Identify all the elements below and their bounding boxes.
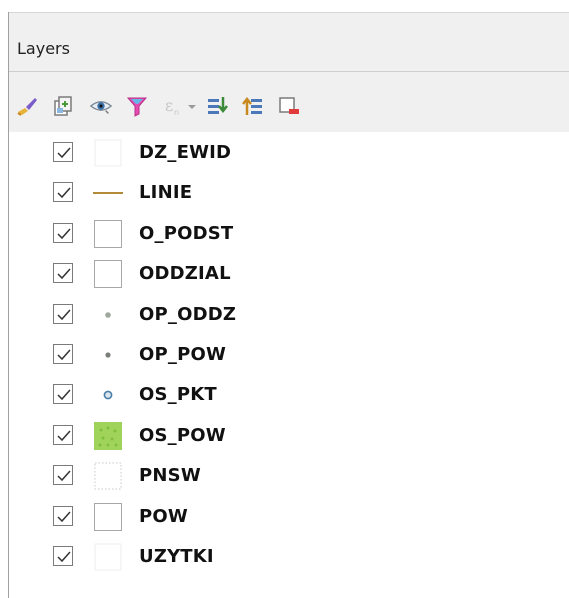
layer-name: PNSW [139,465,201,487]
layer-symbol-icon [93,502,123,532]
layers-toolbar: ε n [9,72,569,132]
layer-symbol-icon [93,138,123,168]
expression-filter-icon: ε n [161,94,185,118]
layer-row[interactable]: LINIE [9,176,569,212]
layer-symbol-icon [93,178,123,208]
layer-row[interactable]: POW [9,500,569,536]
layer-visibility-checkbox[interactable] [53,263,73,284]
layer-visibility-checkbox[interactable] [53,182,73,203]
layer-row[interactable]: OS_PKT [9,378,569,414]
layer-name: POW [139,505,188,527]
layer-name: O_PODST [139,222,234,244]
layer-symbol-icon [93,461,123,491]
layer-row[interactable]: PNSW [9,459,569,495]
svg-text:ε: ε [165,96,173,115]
layer-symbol-icon [93,380,123,410]
layer-visibility-checkbox[interactable] [53,222,73,243]
expand-all-icon[interactable] [205,94,229,118]
layer-visibility-checkbox[interactable] [53,546,73,566]
layer-symbol-icon [93,421,123,451]
layer-row[interactable]: OP_POW [9,338,569,374]
panel-titlebar: Layers [9,12,569,72]
add-group-icon[interactable] [51,94,75,118]
layer-row[interactable]: DZ_EWID [9,136,569,172]
layer-visibility-checkbox[interactable] [53,303,73,324]
layer-name: OS_POW [139,424,226,446]
layer-name: UZYTKI [139,546,214,567]
dropdown-arrow-icon [185,94,199,118]
layers-panel: Layers ε n DZ_EWID LINIE O_PODST ODDZIAL… [8,12,569,598]
layer-row[interactable]: UZYTKI [9,540,569,576]
collapse-all-icon[interactable] [241,94,265,118]
layer-visibility-checkbox[interactable] [53,344,73,364]
layer-name: ODDZIAL [139,263,231,285]
layer-symbol-icon [93,542,123,572]
layer-symbol-icon [93,300,123,330]
layer-visibility-checkbox[interactable] [53,142,73,162]
layer-symbol-icon [93,259,123,289]
layer-visibility-checkbox[interactable] [53,465,73,486]
layer-row[interactable]: OP_ODDZ [9,298,569,334]
layer-name: LINIE [139,182,193,204]
svg-text:n: n [174,108,179,117]
remove-layer-icon[interactable] [277,94,301,118]
layer-row[interactable]: OS_POW [9,419,569,455]
layer-visibility-checkbox[interactable] [53,384,73,405]
layer-row[interactable]: O_PODST [9,217,569,253]
window-top-strip [0,0,569,12]
layer-name: OP_ODDZ [139,303,237,325]
visibility-eye-icon[interactable] [89,94,113,118]
layer-name: OS_PKT [139,384,217,406]
panel-title: Layers [17,39,70,58]
layer-visibility-checkbox[interactable] [53,505,73,526]
style-brush-icon[interactable] [15,94,39,118]
layer-row[interactable]: ODDZIAL [9,257,569,293]
layer-name: DZ_EWID [139,142,232,163]
layer-name: OP_POW [139,344,227,365]
filter-funnel-icon[interactable] [125,94,149,118]
layer-symbol-icon [93,219,123,249]
layer-visibility-checkbox[interactable] [53,424,73,445]
layer-symbol-icon [93,340,123,370]
